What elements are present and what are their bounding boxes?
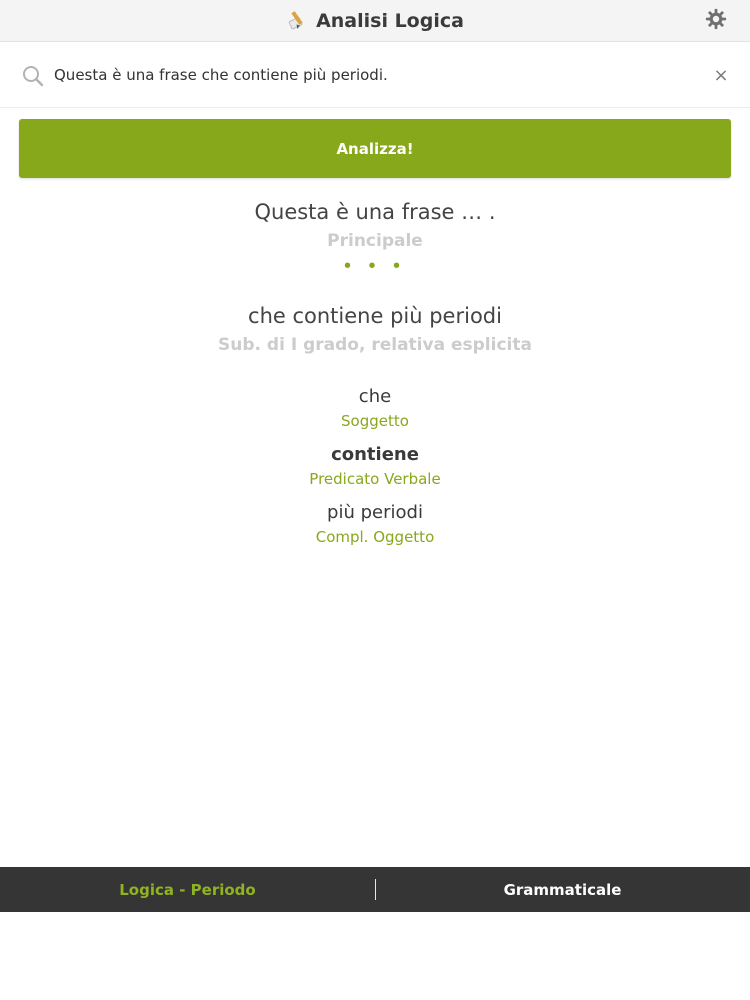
more-dots[interactable]: • • •	[0, 254, 750, 280]
clause-parts: che Soggetto contiene Predicato Verbale …	[0, 384, 750, 548]
part-word: più periodi	[327, 502, 423, 523]
tab-divider	[375, 879, 376, 900]
clause-subordinate: che contiene più periodi Sub. di I grado…	[0, 300, 750, 548]
analysis-results: Questa è una frase … . Principale • • • …	[0, 196, 750, 558]
clause-text: che contiene più periodi	[248, 304, 502, 328]
part-item: che Soggetto	[0, 384, 750, 432]
part-item: contiene Predicato Verbale	[0, 442, 750, 490]
analyze-button[interactable]: Analizza!	[19, 119, 731, 178]
clause-text: Questa è una frase … .	[254, 200, 496, 224]
settings-button[interactable]	[704, 8, 728, 35]
search-bar: ×	[0, 42, 750, 108]
part-word: che	[358, 386, 392, 407]
clear-search-button[interactable]: ×	[710, 64, 732, 86]
header-title-group: Analisi Logica	[286, 10, 464, 32]
part-role: Soggetto	[341, 412, 409, 430]
clause-type: Sub. di I grado, relativa esplicita	[218, 335, 532, 355]
clause-main: Questa è una frase … . Principale • • •	[0, 196, 750, 280]
search-input[interactable]	[54, 60, 684, 90]
clause-type: Principale	[327, 231, 423, 251]
part-word: contiene	[331, 444, 419, 465]
bottom-tab-bar: Logica - Periodo Grammaticale	[0, 867, 750, 912]
part-role: Compl. Oggetto	[315, 528, 435, 546]
pencil-eraser-icon	[286, 10, 308, 32]
tab-logica-periodo[interactable]: Logica - Periodo	[0, 867, 375, 912]
tab-grammaticale[interactable]: Grammaticale	[375, 867, 750, 912]
part-item: più periodi Compl. Oggetto	[0, 500, 750, 548]
part-role: Predicato Verbale	[309, 470, 441, 488]
gear-icon	[705, 8, 727, 35]
app-title: Analisi Logica	[316, 9, 464, 32]
app-header: Analisi Logica	[0, 0, 750, 42]
search-icon	[21, 64, 45, 88]
